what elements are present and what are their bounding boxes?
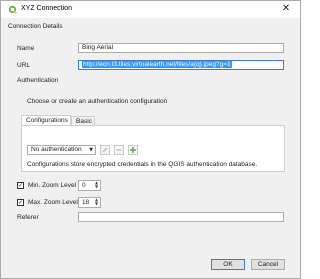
authentication-group-label: Authentication xyxy=(17,77,59,84)
max-zoom-checkbox[interactable]: ✓ xyxy=(17,199,24,206)
auth-config-value: No authentication xyxy=(31,146,82,153)
window-title: XYZ Connection xyxy=(21,5,72,12)
chevron-down-icon: ▼ xyxy=(89,147,93,153)
spin-arrows-icon[interactable]: ▲ ▼ xyxy=(94,198,99,207)
title-bar: XYZ Connection ✕ xyxy=(1,1,300,18)
edit-icon xyxy=(102,147,108,153)
max-zoom-label: Max. Zoom Level xyxy=(28,199,78,206)
add-icon xyxy=(130,147,136,153)
section-title: Connection Details xyxy=(8,23,63,30)
min-zoom-value: 0 xyxy=(82,182,86,189)
min-zoom-spinbox[interactable]: 0 ▲ ▼ xyxy=(78,180,101,191)
checkmark-icon: ✓ xyxy=(18,182,24,189)
url-field[interactable]: http://ecn.t3.tiles.virtualearth.net/til… xyxy=(78,60,284,70)
ok-button[interactable]: OK xyxy=(211,259,245,270)
qgis-icon xyxy=(8,5,17,14)
referer-field[interactable] xyxy=(78,212,284,222)
name-field[interactable]: Bing Aerial xyxy=(78,43,284,53)
remove-icon xyxy=(116,149,122,151)
cancel-button[interactable]: Cancel xyxy=(251,259,285,270)
name-label: Name xyxy=(17,45,35,52)
max-zoom-spinbox[interactable]: 18 ▲ ▼ xyxy=(78,197,101,208)
add-config-button[interactable] xyxy=(128,145,138,155)
spin-arrows-icon[interactable]: ▲ ▼ xyxy=(94,181,99,190)
close-icon[interactable]: ✕ xyxy=(280,3,292,15)
referer-label: Referer xyxy=(17,214,39,221)
url-label: URL xyxy=(17,62,31,69)
min-zoom-checkbox[interactable]: ✓ xyxy=(17,182,24,189)
auth-config-select[interactable]: No authentication ▼ xyxy=(27,145,96,155)
edit-config-button[interactable] xyxy=(100,145,110,155)
remove-config-button[interactable] xyxy=(114,145,124,155)
checkmark-icon: ✓ xyxy=(18,199,24,206)
auth-info-text: Configurations store encrypted credentia… xyxy=(27,161,258,168)
xyz-connection-dialog: XYZ Connection ✕ Connection Details Name… xyxy=(0,0,301,279)
min-zoom-label: Min. Zoom Level xyxy=(28,182,77,189)
auth-prompt: Choose or create an authentication confi… xyxy=(27,98,168,105)
max-zoom-value: 18 xyxy=(82,199,90,206)
